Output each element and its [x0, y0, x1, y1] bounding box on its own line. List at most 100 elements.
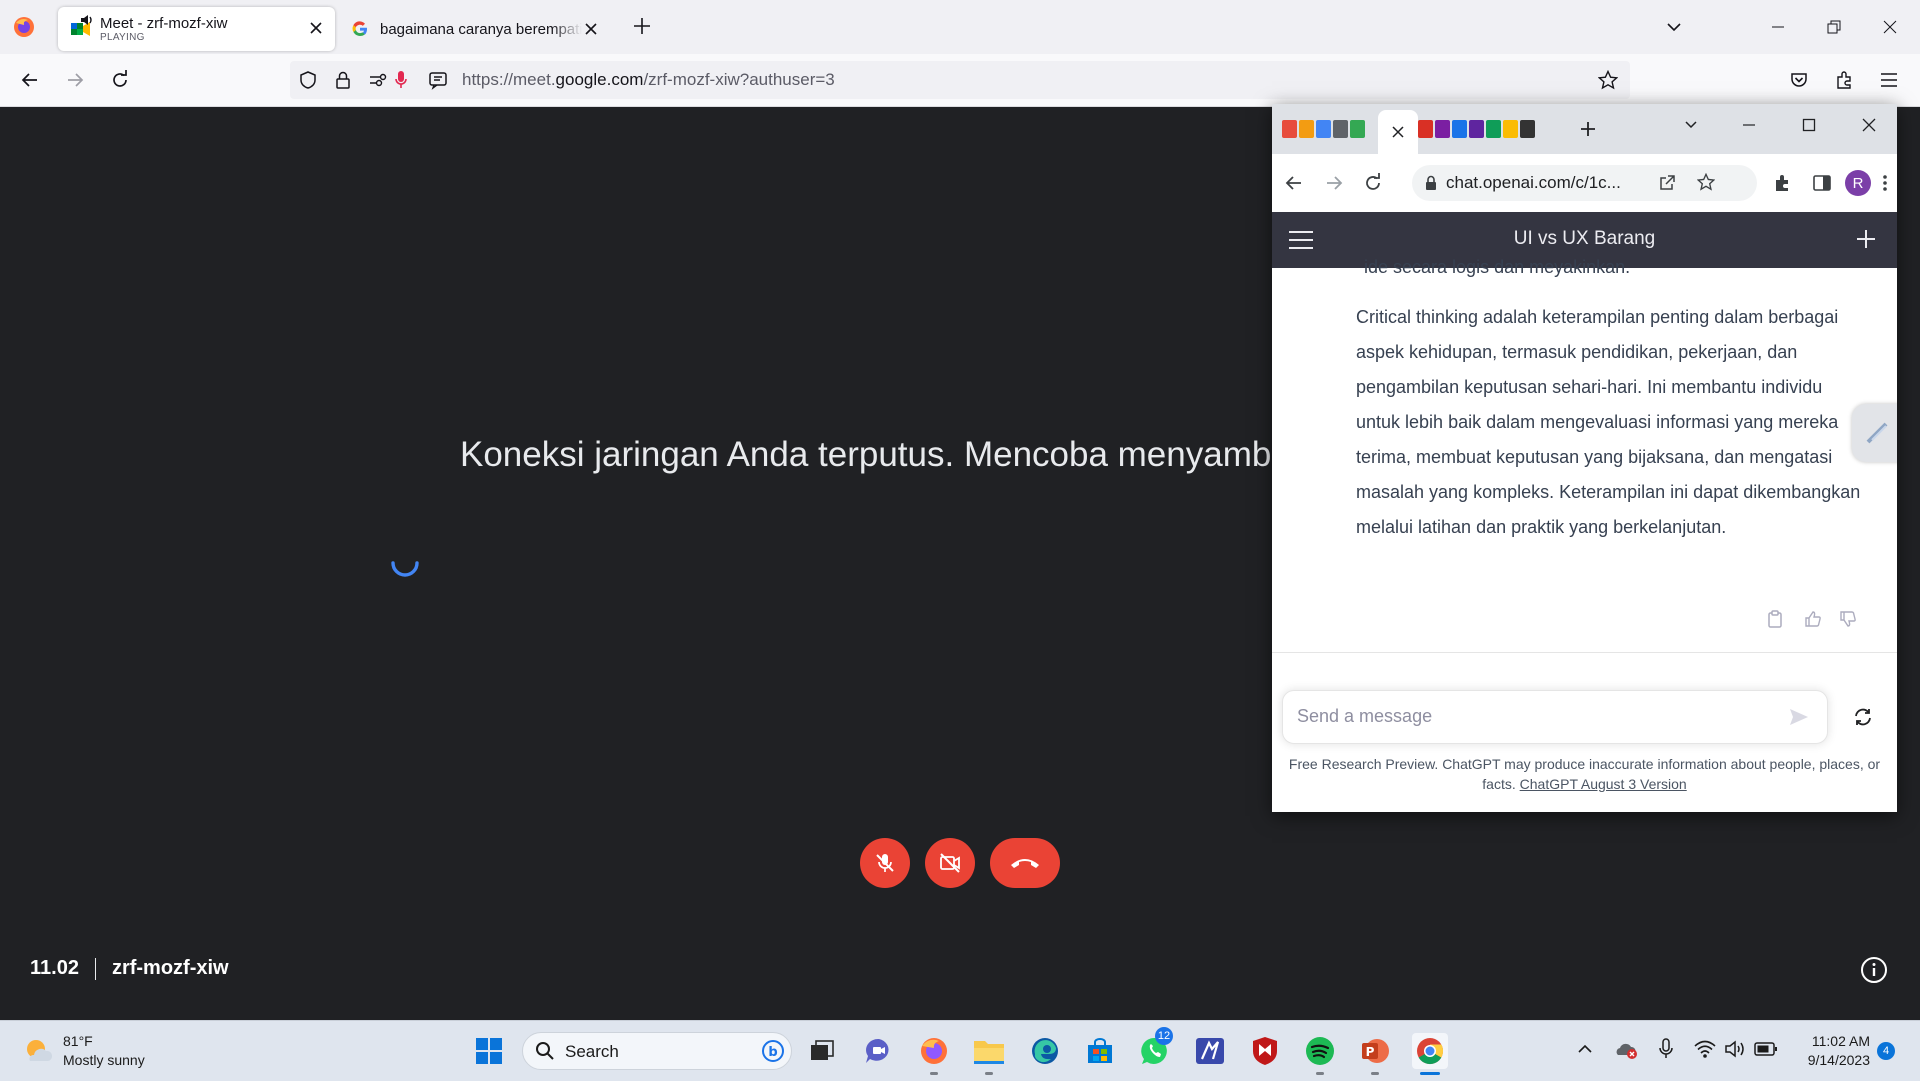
powerpoint-icon[interactable]: P — [1357, 1033, 1393, 1075]
file-explorer-icon[interactable] — [971, 1033, 1007, 1075]
profile-avatar[interactable]: R — [1845, 170, 1871, 196]
favicon-icon[interactable] — [1350, 120, 1365, 138]
lock-icon[interactable] — [334, 70, 352, 90]
audio-playing-icon[interactable] — [80, 13, 94, 27]
chrome-new-tab-icon[interactable] — [1579, 120, 1597, 138]
active-tab-chatgpt[interactable] — [1378, 110, 1418, 154]
version-link[interactable]: ChatGPT August 3 Version — [1520, 776, 1687, 792]
favicon-icon[interactable] — [1333, 120, 1348, 138]
task-view-icon[interactable] — [804, 1033, 840, 1069]
thumbs-up-icon[interactable] — [1804, 610, 1822, 628]
firefox-taskbar-icon[interactable] — [916, 1033, 952, 1075]
copy-clipboard-icon[interactable] — [1767, 610, 1783, 628]
favicon-icon[interactable] — [1452, 120, 1467, 138]
minimize-icon[interactable] — [1750, 0, 1806, 54]
meeting-details: 11.02 zrf-mozf-xiw — [30, 957, 229, 980]
pocket-icon[interactable] — [1781, 62, 1817, 98]
reload-icon[interactable] — [102, 62, 138, 98]
thumbs-down-icon[interactable] — [1839, 610, 1857, 628]
new-tab-icon[interactable] — [632, 16, 652, 36]
leave-call-button[interactable] — [990, 838, 1060, 888]
favicon-icon[interactable] — [1282, 120, 1297, 138]
favicon-icon[interactable] — [1469, 120, 1484, 138]
list-tabs-chevron-icon[interactable] — [1665, 18, 1683, 36]
tab-close-icon[interactable] — [584, 22, 598, 36]
onedrive-status-icon[interactable] — [1614, 1039, 1638, 1059]
loading-spinner-icon — [388, 546, 422, 580]
favicon-icon[interactable] — [1435, 120, 1450, 138]
weather-widget[interactable]: 81°F Mostly sunny — [63, 1032, 145, 1070]
chrome-maximize-icon[interactable] — [1802, 118, 1816, 132]
chrome-extensions-icon[interactable] — [1772, 173, 1792, 193]
windows-start-icon[interactable] — [471, 1033, 507, 1069]
clock-time: 11:02 AM — [1811, 1033, 1870, 1049]
microsoft-store-icon[interactable] — [1082, 1033, 1118, 1069]
close-window-icon[interactable] — [1862, 0, 1918, 54]
toggle-camera-button[interactable] — [925, 838, 975, 888]
system-clock[interactable]: 11:02 AM 9/14/2023 — [1786, 1032, 1870, 1070]
bing-chat-icon[interactable]: b — [761, 1039, 785, 1063]
chrome-bookmark-star-icon[interactable] — [1697, 173, 1715, 191]
chrome-tab-search-icon[interactable] — [1683, 116, 1699, 132]
details-divider — [94, 957, 96, 980]
mcafee-shield-icon[interactable] — [1247, 1033, 1283, 1069]
toggle-microphone-button[interactable] — [860, 838, 910, 888]
whatsapp-icon[interactable]: 12 — [1137, 1027, 1173, 1069]
pinned-tab-group-right[interactable] — [1418, 120, 1537, 138]
tab-meet[interactable]: Meet - zrf-mozf-xiw PLAYING — [58, 7, 335, 51]
connection-lost-message: Koneksi jaringan Anda terputus. Mencoba … — [460, 435, 1272, 474]
meeting-info-icon[interactable] — [1860, 956, 1888, 984]
new-chat-plus-icon[interactable] — [1855, 228, 1877, 250]
battery-icon[interactable] — [1754, 1042, 1778, 1056]
microphone-active-icon[interactable] — [394, 70, 408, 90]
firefox-tab-bar: Meet - zrf-mozf-xiw PLAYING bagaimana ca… — [0, 0, 1920, 54]
chrome-menu-kebab-icon[interactable] — [1882, 173, 1888, 193]
microphone-tray-icon[interactable] — [1658, 1038, 1674, 1060]
favicon-icon[interactable] — [1299, 120, 1314, 138]
volume-icon[interactable] — [1724, 1039, 1746, 1059]
chrome-minimize-icon[interactable] — [1742, 118, 1756, 132]
bookmark-star-icon[interactable] — [1598, 70, 1618, 90]
chrome-back-icon[interactable] — [1284, 173, 1304, 193]
forward-arrow-icon[interactable] — [57, 62, 93, 98]
site-lock-icon[interactable] — [1424, 175, 1438, 191]
firefox-menu-icon[interactable] — [12, 15, 36, 39]
pinned-tab-group-left[interactable] — [1282, 120, 1367, 138]
send-arrow-icon[interactable] — [1788, 707, 1810, 727]
permissions-icon[interactable] — [368, 71, 388, 89]
favicon-icon[interactable] — [1503, 120, 1518, 138]
favicon-icon[interactable] — [1520, 120, 1535, 138]
taskbar-search-box[interactable]: Search b — [522, 1032, 792, 1070]
wifi-icon[interactable] — [1694, 1039, 1716, 1059]
tab-search[interactable]: bagaimana caranya berempati — [342, 7, 612, 51]
regenerate-icon[interactable] — [1852, 707, 1874, 727]
message-input[interactable]: Send a message — [1282, 690, 1828, 744]
tracking-shield-icon[interactable] — [298, 70, 318, 90]
side-panel-icon[interactable] — [1812, 173, 1832, 193]
share-icon[interactable] — [1658, 174, 1676, 192]
favicon-icon[interactable] — [1486, 120, 1501, 138]
back-arrow-icon[interactable] — [12, 62, 48, 98]
chrome-close-icon[interactable] — [1862, 118, 1876, 132]
reader-view-icon[interactable] — [428, 70, 448, 90]
chrome-reload-icon[interactable] — [1363, 173, 1383, 193]
extensions-puzzle-icon[interactable] — [1826, 62, 1862, 98]
pen-app-icon[interactable] — [1192, 1033, 1228, 1069]
teams-chat-icon[interactable] — [861, 1033, 897, 1069]
address-bar[interactable]: https://meet.google.com/zrf-mozf-xiw?aut… — [290, 61, 1630, 99]
tab-close-icon[interactable] — [309, 21, 323, 35]
favicon-icon[interactable] — [1418, 120, 1433, 138]
chrome-forward-icon[interactable] — [1324, 173, 1344, 193]
edge-icon[interactable] — [1027, 1033, 1063, 1069]
notification-count-badge[interactable]: 4 — [1877, 1042, 1895, 1060]
restore-icon[interactable] — [1806, 0, 1862, 54]
chrome-taskbar-icon[interactable] — [1412, 1033, 1448, 1075]
chrome-omnibox[interactable]: chat.openai.com/c/1c... — [1412, 165, 1757, 201]
hamburger-menu-icon[interactable] — [1871, 62, 1907, 98]
spotify-icon[interactable] — [1302, 1033, 1338, 1075]
weather-sun-icon[interactable] — [22, 1035, 54, 1067]
show-hidden-icons-chevron-icon[interactable] — [1577, 1041, 1593, 1057]
favicon-icon[interactable] — [1316, 120, 1331, 138]
floating-extension-tab[interactable] — [1852, 404, 1897, 462]
url-text[interactable]: https://meet.google.com/zrf-mozf-xiw?aut… — [462, 70, 835, 90]
